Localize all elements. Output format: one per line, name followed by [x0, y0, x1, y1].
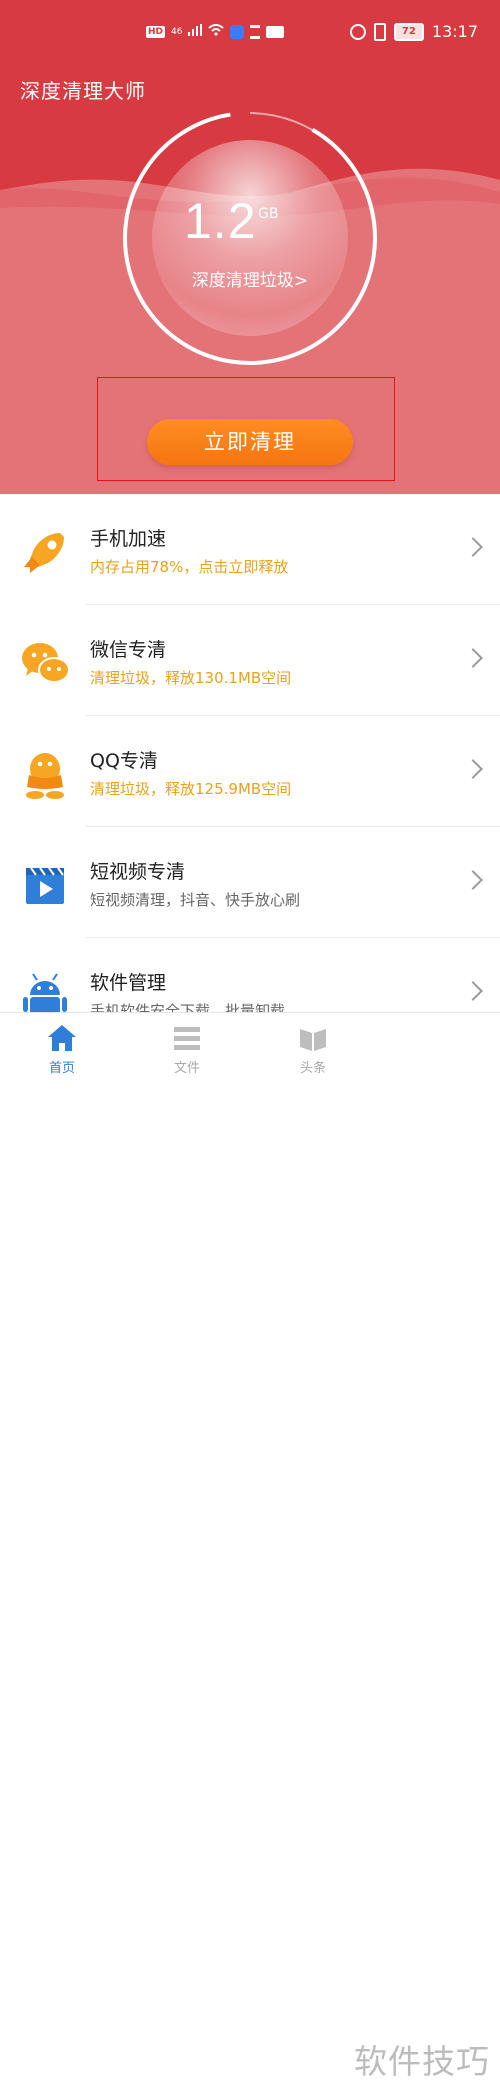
list-item-qq-clean[interactable]: QQ专清 清理垃圾，释放125.9MB空间 — [0, 716, 500, 827]
junk-size-value: 1.2 — [184, 193, 257, 249]
chevron-right-icon — [463, 981, 483, 1001]
hd-badge: HD — [146, 25, 166, 38]
hourglass-icon — [250, 24, 261, 39]
chevron-right-icon — [463, 870, 483, 890]
signal-icon — [188, 24, 203, 39]
nav-label: 首页 — [48, 1061, 75, 1076]
nav-tab-home[interactable]: 首页 — [22, 1013, 102, 1085]
junk-size-unit: GB — [258, 206, 279, 222]
app-title: 深度清理大师 — [20, 79, 146, 103]
vibrate-icon — [373, 22, 386, 41]
nav-tab-headlines[interactable]: 头条 — [273, 1013, 353, 1085]
book-icon — [298, 1023, 328, 1053]
item-title: QQ专清 — [90, 750, 158, 772]
item-subtitle: 清理垃圾，释放130.1MB空间 — [90, 669, 292, 687]
wechat-icon — [20, 638, 70, 688]
status-bar: HD 46 72 13:17 — [0, 0, 500, 62]
item-subtitle: 内存占用78%，点击立即释放 — [90, 558, 289, 576]
clean-now-button[interactable]: 立即清理 — [147, 419, 353, 465]
hero-panel: 深度清理大师 1.2 GB 深度清理垃圾> 立即清理 — [0, 62, 500, 494]
chevron-right-icon — [463, 537, 483, 557]
clock: 13:17 — [431, 22, 478, 41]
feature-list: 手机加速 内存占用78%，点击立即释放 微信专清 清理垃圾，释放130.1MB空… — [0, 494, 500, 1049]
list-item-phone-boost[interactable]: 手机加速 内存占用78%，点击立即释放 — [0, 494, 500, 605]
file-list-icon — [172, 1023, 202, 1053]
status-left-icons: HD 46 — [146, 24, 285, 39]
network-type: 46 — [171, 26, 183, 37]
wifi-icon — [208, 24, 225, 39]
chevron-right-icon — [463, 648, 483, 668]
alarm-icon — [349, 23, 366, 40]
chevron-right-icon — [463, 759, 483, 779]
deep-clean-link[interactable]: 深度清理垃圾> — [0, 266, 500, 291]
bottom-navigation: 首页 文件 头条 软件技巧 — [0, 1012, 500, 2081]
item-title: 手机加速 — [90, 528, 167, 550]
app-notification-icon-2 — [266, 25, 285, 38]
rocket-icon — [20, 527, 70, 577]
item-subtitle: 短视频清理，抖音、快手放心刷 — [90, 891, 301, 909]
nav-label: 头条 — [299, 1061, 326, 1076]
list-item-short-video-clean[interactable]: 短视频专清 短视频清理，抖音、快手放心刷 — [0, 827, 500, 938]
item-title: 微信专清 — [90, 639, 167, 661]
item-subtitle: 清理垃圾，释放125.9MB空间 — [90, 780, 292, 798]
qq-icon — [20, 749, 70, 799]
app-notification-icon — [230, 24, 245, 39]
status-right-icons: 72 13:17 — [349, 22, 478, 41]
home-icon — [47, 1023, 77, 1053]
item-title: 软件管理 — [90, 972, 167, 994]
nav-label: 文件 — [173, 1061, 200, 1076]
watermark-text: 软件技巧 — [354, 2042, 490, 2081]
video-icon — [20, 860, 70, 910]
nav-tab-files[interactable]: 文件 — [147, 1013, 227, 1085]
item-title: 短视频专清 — [90, 861, 186, 883]
list-item-wechat-clean[interactable]: 微信专清 清理垃圾，释放130.1MB空间 — [0, 605, 500, 716]
battery-indicator: 72 — [393, 22, 424, 41]
